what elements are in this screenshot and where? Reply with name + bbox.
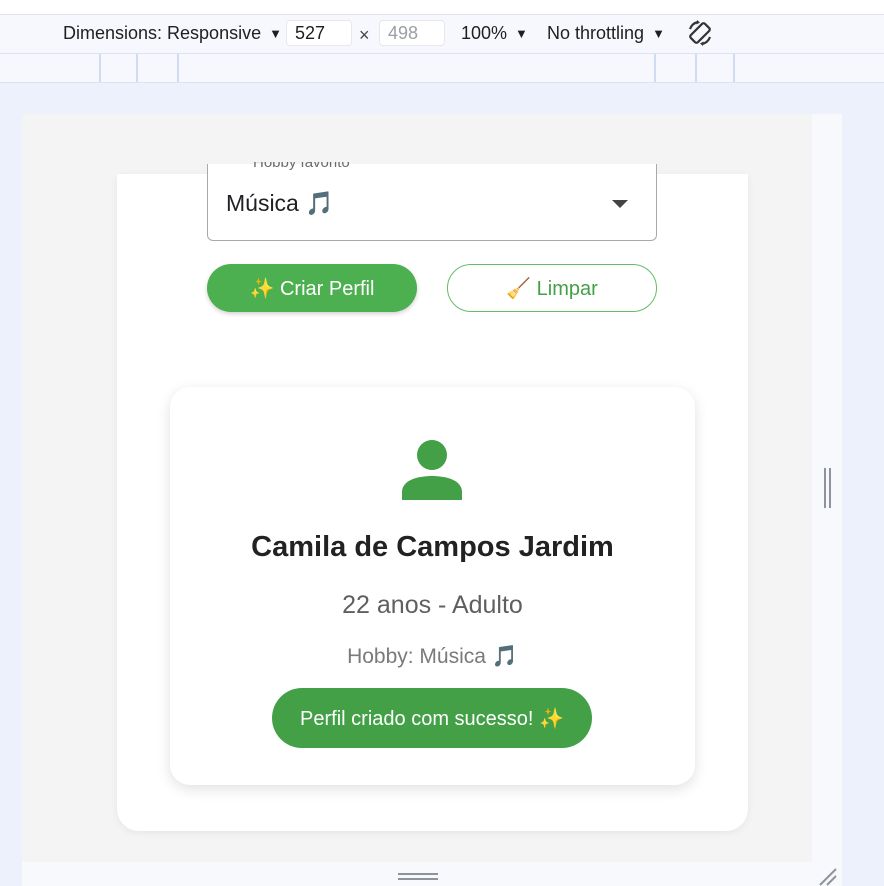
profile-name: Camila de Campos Jardim [251, 531, 614, 563]
ruler-tick [99, 54, 101, 82]
media-query-ruler [0, 54, 884, 83]
ruler-tick [136, 54, 138, 82]
hobby-select-label: Hobby favorito [253, 162, 350, 171]
throttling-dropdown[interactable]: No throttling ▼ [547, 23, 665, 44]
width-input[interactable] [286, 20, 352, 46]
profile-age: 22 anos - Adulto [342, 591, 523, 619]
dimensions-label: Dimensions: Responsive [63, 23, 262, 43]
profile-hobby: Hobby: Música 🎵 [347, 645, 518, 668]
zoom-label: 100% [461, 23, 508, 43]
height-input[interactable] [379, 20, 445, 46]
dimensions-dropdown[interactable]: Dimensions: Responsive ▼ [63, 23, 282, 44]
throttling-label: No throttling [547, 23, 645, 43]
ruler-tick [654, 54, 656, 82]
success-badge: Perfil criado com sucesso! ✨ [272, 688, 592, 748]
rotate-icon[interactable] [686, 19, 714, 47]
caret-down-icon: ▼ [652, 26, 665, 41]
clear-button[interactable]: 🧹 Limpar [447, 264, 657, 312]
create-profile-button[interactable]: ✨ Criar Perfil [207, 264, 417, 312]
person-icon [402, 440, 462, 500]
resize-corner-icon[interactable] [816, 866, 838, 886]
device-toolbar: Dimensions: Responsive ▼ × 100% ▼ No thr… [0, 15, 884, 54]
ruler-tick [177, 54, 179, 82]
caret-down-icon: ▼ [515, 26, 528, 41]
dropdown-arrow-icon[interactable] [612, 200, 628, 208]
ruler-tick [733, 54, 735, 82]
hobby-select-value: Música 🎵 [226, 190, 334, 216]
resize-handle-right[interactable] [823, 468, 833, 508]
resize-handle-bottom[interactable] [398, 872, 438, 882]
ruler-tick [695, 54, 697, 82]
browser-top-strip [0, 0, 884, 15]
caret-down-icon: ▼ [269, 26, 282, 41]
times-symbol: × [359, 25, 370, 45]
zoom-dropdown[interactable]: 100% ▼ [461, 23, 528, 44]
